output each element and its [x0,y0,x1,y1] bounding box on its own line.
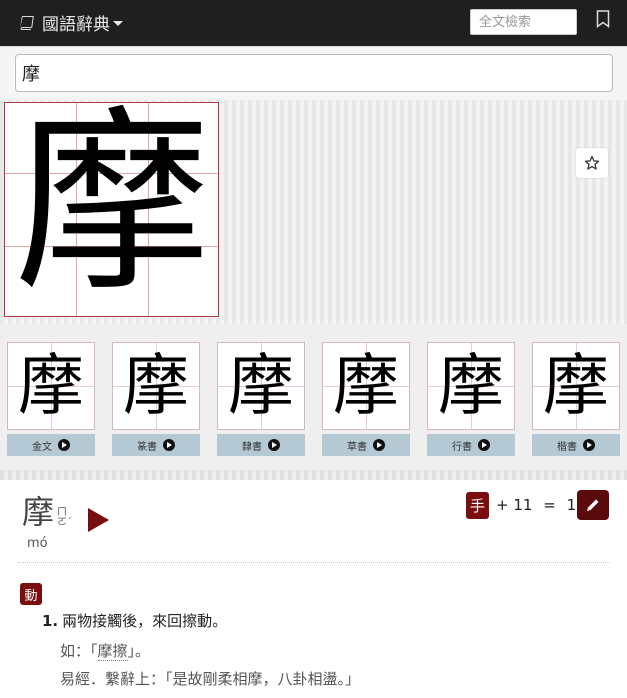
entry-character: 摩 [22,493,55,531]
style-label: 金文 [32,441,52,453]
pencil-icon [587,499,599,511]
play-icon [478,439,490,451]
style-label: 楷書 [557,441,577,453]
star-icon [584,155,600,170]
play-style-button[interactable]: 篆書 [112,434,200,456]
style-glyph: 摩 [18,347,84,424]
definition-text: 兩物接觸後，來回擦動。 [62,612,228,630]
style-glyph: 摩 [438,347,504,424]
style-thumbnail[interactable]: 摩 金文 [7,342,95,456]
play-icon [268,439,280,451]
chevron-down-icon[interactable] [113,21,123,26]
character-display: 摩 [4,102,219,317]
example-1: 如：「摩擦」。 [60,640,150,661]
play-style-button[interactable]: 金文 [7,434,95,456]
style-thumbnail[interactable]: 摩 行書 [427,342,515,456]
style-thumbnail[interactable]: 摩 草書 [322,342,410,456]
play-style-button[interactable]: 楷書 [532,434,620,456]
app-title[interactable]: 國語辭典 [42,10,110,35]
play-pronunciation-icon[interactable] [88,508,109,532]
play-style-button[interactable]: 行書 [427,434,515,456]
zhuyin: ㄇㄛˊ [57,507,72,528]
stroke-plus: + 11 [496,496,533,514]
favorite-button[interactable] [576,148,608,178]
style-thumbnail[interactable]: 摩 篆書 [112,342,200,456]
example-prefix: 如：「 [60,642,98,660]
play-style-button[interactable]: 隸書 [217,434,305,456]
bookmark-icon[interactable] [596,10,610,28]
style-label: 篆書 [137,441,157,453]
book-icon [20,15,34,30]
style-glyph: 摩 [123,347,189,424]
large-character: 摩 [14,102,211,317]
style-thumbnail[interactable]: 摩 隸書 [217,342,305,456]
style-glyph: 摩 [543,347,609,424]
example-suffix: 」。 [127,642,151,660]
style-label: 行書 [452,441,472,453]
dictionary-entry: 摩 ㄇㄛˊ mó 手 + 11 = 15 動 1.兩物接觸後，來回擦動。 如：「… [0,480,627,698]
top-bar: 國語辭典 [0,0,627,46]
example-2: 易經．繫辭上：「是故剛柔相摩，八卦相盪。」 [60,670,361,688]
style-glyph: 摩 [333,347,399,424]
example-link[interactable]: 摩擦 [97,642,128,661]
edit-button[interactable] [577,490,609,520]
play-icon [163,439,175,451]
entry-divider [18,562,610,563]
play-icon [58,439,70,451]
divider [0,470,627,480]
search-input[interactable] [15,54,613,92]
style-glyph: 摩 [228,347,294,424]
part-of-speech-badge: 動 [20,583,42,605]
app-menu[interactable]: 國語辭典 [18,10,123,35]
fulltext-search-input[interactable] [470,9,577,35]
style-label: 草書 [347,441,367,453]
style-thumbnail[interactable]: 摩 楷書 [532,342,620,456]
search-area [0,46,627,101]
stroke-equals: = [543,496,556,514]
stroke-count: + 11 = 15 [496,496,586,514]
style-label: 隸書 [242,441,262,453]
play-icon [373,439,385,451]
radical-badge[interactable]: 手 [466,492,489,519]
definition: 1. 兩物接觸後，來回擦動。 [42,610,227,631]
play-icon [583,439,595,451]
calligraphy-styles: 摩 金文 摩 篆書 摩 隸書 摩 草書 摩 行書 摩 楷書 [0,324,627,476]
definition-number: 1. [42,612,59,630]
character-panel: 摩 [0,100,627,324]
play-style-button[interactable]: 草書 [322,434,410,456]
pinyin: mó [27,536,48,551]
